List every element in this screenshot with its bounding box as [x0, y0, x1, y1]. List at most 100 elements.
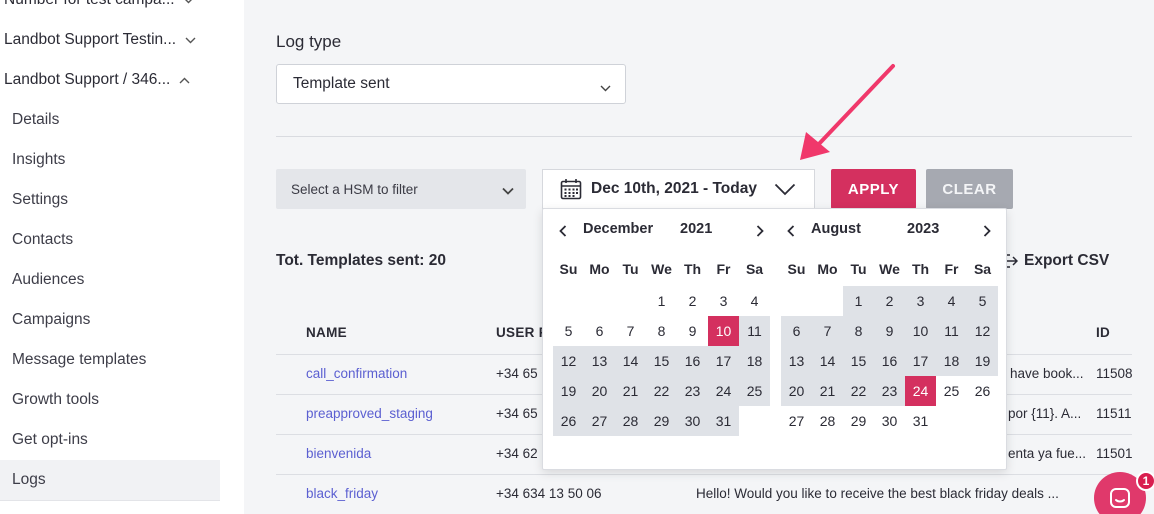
calendar-day[interactable]: 7: [812, 316, 843, 346]
calendar-day[interactable]: 8: [646, 316, 677, 346]
sidebar-item-campaigns[interactable]: Campaigns: [0, 300, 220, 340]
calendar-day[interactable]: 10: [905, 316, 936, 346]
calendar-day[interactable]: 24: [905, 376, 936, 406]
calendar-day[interactable]: 7: [615, 316, 646, 346]
calendar-day[interactable]: 9: [874, 316, 905, 346]
next-month-button[interactable]: [979, 223, 995, 239]
calendar-day[interactable]: 14: [615, 346, 646, 376]
column-header-id[interactable]: ID: [1096, 325, 1110, 340]
calendar-day[interactable]: 13: [584, 346, 615, 376]
calendar-day[interactable]: 3: [905, 286, 936, 316]
calendar-year[interactable]: 2021: [680, 221, 712, 241]
calendar-day[interactable]: 29: [646, 406, 677, 436]
calendar-day[interactable]: 15: [843, 346, 874, 376]
calendar-day[interactable]: 16: [874, 346, 905, 376]
column-header-name[interactable]: NAME: [306, 325, 347, 340]
sidebar-item-audiences[interactable]: Audiences: [0, 260, 220, 300]
sidebar-item-contacts[interactable]: Contacts: [0, 220, 220, 260]
calendar-day[interactable]: 18: [739, 346, 770, 376]
calendar-day[interactable]: 1: [646, 286, 677, 316]
calendar-month-name[interactable]: August: [811, 221, 861, 241]
calendar-day[interactable]: 5: [967, 286, 998, 316]
calendar-month-name[interactable]: December: [583, 221, 653, 241]
calendar-day[interactable]: 11: [739, 316, 770, 346]
calendar-day[interactable]: 10: [708, 316, 739, 346]
calendar-day[interactable]: 27: [781, 406, 812, 436]
previous-month-button[interactable]: [555, 223, 571, 239]
calendar-day[interactable]: 27: [584, 406, 615, 436]
weekday-label: Mo: [817, 261, 838, 277]
calendar-day[interactable]: 19: [553, 376, 584, 406]
calendar-day[interactable]: 4: [739, 286, 770, 316]
calendar-day[interactable]: 12: [967, 316, 998, 346]
sidebar-divider: [0, 500, 220, 501]
calendar-day[interactable]: 21: [615, 376, 646, 406]
sidebar-item-growth-tools[interactable]: Growth tools: [0, 380, 220, 420]
calendar-day[interactable]: 4: [936, 286, 967, 316]
sidebar-item-insights[interactable]: Insights: [0, 140, 220, 180]
clear-button[interactable]: CLEAR: [926, 169, 1013, 209]
sidebar-group-number-for-test[interactable]: Number for test campa...: [0, 0, 220, 20]
apply-button[interactable]: APPLY: [831, 169, 916, 209]
calendar-day[interactable]: 28: [615, 406, 646, 436]
calendar-day[interactable]: 26: [553, 406, 584, 436]
sidebar-group-landbot-support[interactable]: Landbot Support / 346...: [0, 60, 220, 100]
export-csv-button[interactable]: Export CSV: [1000, 252, 1109, 270]
calendar-day[interactable]: 24: [708, 376, 739, 406]
sidebar-item-get-opt-ins[interactable]: Get opt-ins: [0, 420, 220, 460]
calendar-day[interactable]: 13: [781, 346, 812, 376]
calendar-day[interactable]: 19: [967, 346, 998, 376]
hsm-filter-select[interactable]: Select a HSM to filter: [276, 169, 526, 209]
calendar-year[interactable]: 2023: [907, 221, 939, 241]
log-type-select[interactable]: Template sent: [276, 64, 626, 104]
calendar-day[interactable]: 22: [843, 376, 874, 406]
calendar-day[interactable]: 12: [553, 346, 584, 376]
calendar-day[interactable]: 22: [646, 376, 677, 406]
calendar-day[interactable]: 14: [812, 346, 843, 376]
calendar-day[interactable]: 5: [553, 316, 584, 346]
template-name-link[interactable]: black_friday: [306, 486, 378, 501]
sidebar-item-settings[interactable]: Settings: [0, 180, 220, 220]
column-header-user-phone[interactable]: USER P: [496, 325, 548, 340]
calendar-day[interactable]: 25: [936, 376, 967, 406]
calendar-day[interactable]: 29: [843, 406, 874, 436]
calendar-day[interactable]: 17: [905, 346, 936, 376]
template-name-link[interactable]: call_confirmation: [306, 366, 407, 381]
sidebar-item-message-templates[interactable]: Message templates: [0, 340, 220, 380]
calendar-day[interactable]: 23: [677, 376, 708, 406]
calendar-day[interactable]: 21: [812, 376, 843, 406]
calendar-day[interactable]: 31: [905, 406, 936, 436]
calendar-day[interactable]: 26: [967, 376, 998, 406]
calendar-day[interactable]: 2: [874, 286, 905, 316]
calendar-day[interactable]: 17: [708, 346, 739, 376]
calendar-day[interactable]: 9: [677, 316, 708, 346]
calendar-day[interactable]: 6: [584, 316, 615, 346]
calendar-day[interactable]: 28: [812, 406, 843, 436]
sidebar-item-logs[interactable]: Logs: [0, 460, 220, 500]
calendar-day[interactable]: 20: [781, 376, 812, 406]
sidebar-item-details[interactable]: Details: [0, 100, 220, 140]
calendar-day[interactable]: 8: [843, 316, 874, 346]
template-name-link[interactable]: bienvenida: [306, 446, 371, 461]
weekday-label: Th: [911, 261, 930, 277]
calendar-day[interactable]: 23: [874, 376, 905, 406]
next-month-button[interactable]: [752, 223, 768, 239]
calendar-day[interactable]: 3: [708, 286, 739, 316]
calendar-day[interactable]: 31: [708, 406, 739, 436]
calendar-day[interactable]: 30: [677, 406, 708, 436]
sidebar-group-landbot-support-testing[interactable]: Landbot Support Testin...: [0, 20, 220, 60]
calendar-day[interactable]: 30: [874, 406, 905, 436]
date-range-picker[interactable]: Dec 10th, 2021 - Today: [542, 169, 815, 209]
calendar-day[interactable]: 6: [781, 316, 812, 346]
message-cell: enta ya fue...: [1008, 446, 1087, 461]
calendar-day[interactable]: 16: [677, 346, 708, 376]
calendar-day[interactable]: 25: [739, 376, 770, 406]
calendar-day[interactable]: 18: [936, 346, 967, 376]
template-name-link[interactable]: preapproved_staging: [306, 406, 433, 421]
calendar-day[interactable]: 1: [843, 286, 874, 316]
calendar-day[interactable]: 11: [936, 316, 967, 346]
previous-month-button[interactable]: [783, 223, 799, 239]
calendar-day[interactable]: 2: [677, 286, 708, 316]
calendar-day[interactable]: 20: [584, 376, 615, 406]
calendar-day[interactable]: 15: [646, 346, 677, 376]
